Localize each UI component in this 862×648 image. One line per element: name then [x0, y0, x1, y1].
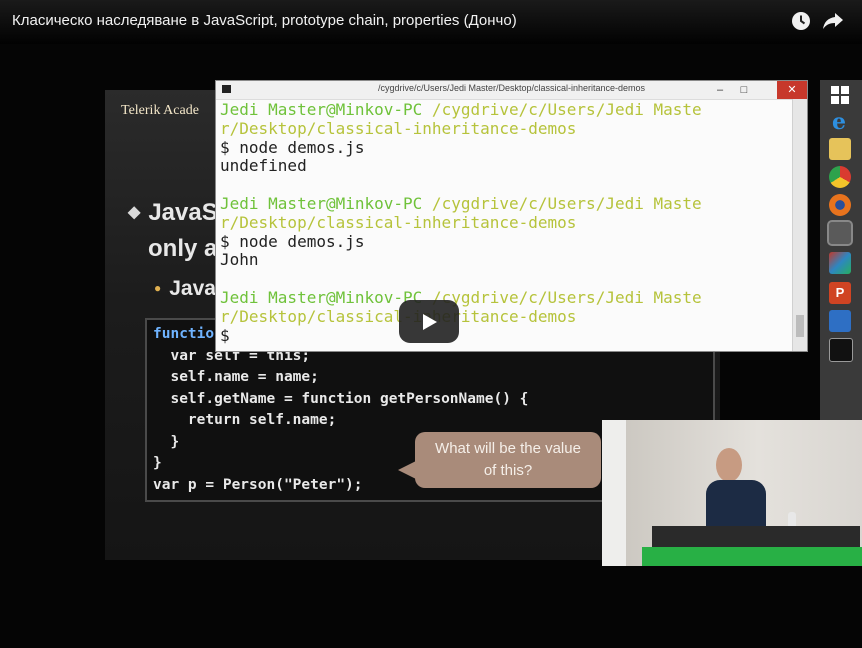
bullet-main-line2: only a	[148, 235, 218, 262]
presenter-head	[716, 448, 742, 482]
paint-icon[interactable]	[829, 252, 851, 274]
terminal-path: /cygdrive/c/Users/Jedi Maste	[422, 287, 702, 307]
windows-logo-icon[interactable]	[829, 84, 851, 106]
play-button[interactable]	[399, 300, 459, 343]
code-line: }	[153, 455, 162, 471]
terminal-icon[interactable]	[827, 220, 853, 246]
terminal-path: /cygdrive/c/Users/Jedi Maste	[422, 193, 702, 213]
close-icon[interactable]: ✕	[777, 81, 807, 99]
maximize-icon[interactable]: □	[733, 81, 755, 99]
clock-icon[interactable]	[790, 10, 812, 32]
terminal-user: Jedi Master@Minkov-PC	[220, 287, 423, 307]
slide-logo: Telerik Acade	[121, 103, 199, 118]
bullet-icon: ◆	[128, 204, 141, 221]
terminal-user: Jedi Master@Minkov-PC	[220, 193, 423, 213]
terminal-result: undefined	[220, 156, 307, 176]
webcam-overlay	[602, 420, 862, 566]
minimize-icon[interactable]: –	[709, 81, 731, 99]
scrollbar-thumb[interactable]	[796, 315, 804, 337]
callout-text: What will be the value of this?	[435, 440, 581, 479]
video-top-bar: Класическо наследяване в JavaScript, pro…	[0, 0, 862, 44]
internet-explorer-icon[interactable]: e	[829, 109, 851, 135]
terminal-command: $ node demos.js	[220, 231, 365, 251]
code-line: }	[153, 433, 180, 450]
file-explorer-icon[interactable]	[829, 138, 851, 160]
terminal-title-bar[interactable]: /cygdrive/c/Users/Jedi Master/Desktop/cl…	[216, 81, 807, 100]
terminal-path: /cygdrive/c/Users/Jedi Maste	[422, 100, 702, 119]
bullet-main-line1: JavaS	[148, 199, 218, 226]
windows-taskbar: e P	[820, 80, 862, 420]
chrome-icon[interactable]	[829, 166, 851, 188]
terminal-result: John	[220, 250, 259, 270]
video-title[interactable]: Класическо наследяване в JavaScript, pro…	[12, 12, 517, 29]
powerpoint-icon[interactable]: P	[829, 282, 851, 304]
code-line: self.name = name;	[153, 369, 319, 385]
terminal-scrollbar[interactable]	[792, 99, 807, 351]
terminal-window[interactable]: /cygdrive/c/Users/Jedi Master/Desktop/cl…	[215, 80, 808, 352]
code-line: functio	[153, 326, 215, 342]
slide-callout: What will be the value of this?	[415, 432, 601, 488]
terminal-output[interactable]: Jedi Master@Minkov-PC /cygdrive/c/Users/…	[220, 100, 791, 351]
slide-bullet-sub: ● Java	[154, 277, 216, 301]
code-line: var p = Person("Peter");	[153, 476, 363, 493]
terminal-user: Jedi Master@Minkov-PC	[220, 100, 423, 119]
terminal-prompt[interactable]: $	[220, 326, 239, 345]
bullet-sub-text: Java	[169, 277, 216, 300]
visual-studio-icon[interactable]	[829, 310, 851, 332]
firefox-icon[interactable]	[829, 194, 851, 216]
terminal-command: $ node demos.js	[220, 137, 365, 157]
sub-bullet-icon: ●	[154, 281, 162, 295]
terminal-path: r/Desktop/classical-inheritance-demos	[220, 118, 577, 138]
video-player[interactable]: Класическо наследяване в JavaScript, pro…	[0, 0, 862, 648]
svg-text:e: e	[832, 110, 846, 132]
terminal-path: r/Desktop/classical-inheritance-demos	[220, 212, 577, 232]
slide-bullet-main: ◆ JavaS only a	[128, 195, 218, 267]
code-line: self.getName = function getPersonName() …	[153, 390, 529, 407]
play-icon	[423, 313, 437, 330]
webcam-door	[602, 420, 626, 566]
code-line: return self.name;	[153, 412, 337, 428]
share-arrow-icon[interactable]	[822, 10, 844, 32]
podium-banner	[642, 547, 862, 566]
console-icon[interactable]	[829, 338, 853, 362]
